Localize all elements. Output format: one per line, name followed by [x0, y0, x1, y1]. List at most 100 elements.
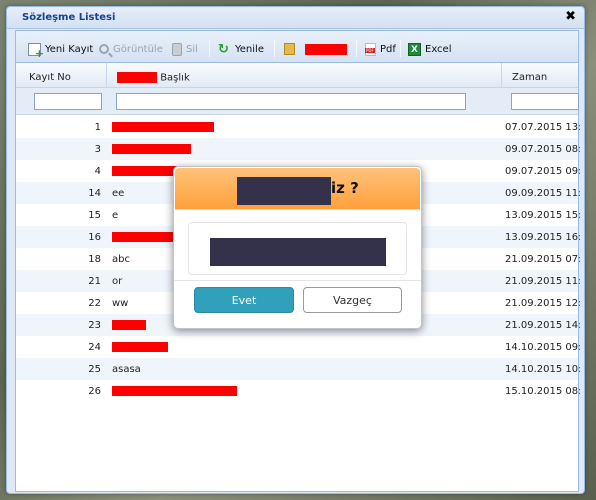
- row-no: 3: [94, 144, 101, 155]
- redacted-dialog-message: [210, 238, 386, 266]
- row-no: 25: [88, 364, 101, 375]
- close-icon[interactable]: ✖: [565, 10, 576, 24]
- redacted-title: [112, 122, 214, 132]
- new-record-label: Yeni Kayıt: [45, 43, 94, 55]
- cancel-button[interactable]: Vazgeç: [303, 287, 402, 313]
- view-button[interactable]: Görüntüle: [99, 41, 163, 57]
- redacted-title: [112, 166, 177, 176]
- row-date: 14.10.2015 09:53: [505, 342, 580, 353]
- redacted-title: [112, 386, 237, 396]
- toolbar-separator: [209, 40, 210, 57]
- toolbar-separator: [400, 40, 401, 57]
- row-date: 21.09.2015 07:53: [505, 254, 580, 265]
- row-title: [112, 320, 146, 331]
- row-date: 07.07.2015 13:47: [505, 122, 580, 133]
- trash-icon: [172, 42, 182, 56]
- dialog-divider: [174, 280, 421, 281]
- delete-button[interactable]: Sil: [172, 41, 198, 57]
- row-title: [112, 122, 214, 133]
- row-title: [112, 144, 191, 155]
- column-header-title[interactable]: Başlık: [107, 63, 502, 88]
- row-date: 14.10.2015 10:35: [505, 364, 580, 375]
- excel-button[interactable]: Excel: [408, 41, 452, 57]
- delete-label: Sil: [186, 43, 198, 55]
- row-date: 15.10.2015 08:49: [505, 386, 580, 397]
- table-row[interactable]: 3 09.07.2015 08:25: [16, 138, 580, 160]
- redacted-label: [305, 43, 347, 55]
- row-title: [112, 342, 168, 353]
- row-no: 14: [88, 188, 101, 199]
- row-no: 4: [94, 166, 101, 177]
- row-title: ww: [112, 298, 129, 309]
- filter-no-input[interactable]: [34, 93, 102, 110]
- table-row[interactable]: 1 07.07.2015 13:47: [16, 116, 580, 138]
- window-title: Sözleşme Listesi: [22, 12, 116, 23]
- row-no: 15: [88, 210, 101, 221]
- column-title-label: Başlık: [160, 72, 190, 84]
- row-title: asasa: [112, 364, 141, 375]
- toolbar-separator: [356, 40, 357, 57]
- row-date: 13.09.2015 15:44: [505, 210, 580, 221]
- pdf-button[interactable]: Pdf: [365, 41, 396, 57]
- table-row[interactable]: 26 15.10.2015 08:49: [16, 380, 580, 402]
- row-title: or: [112, 276, 123, 287]
- window-header: Sözleşme Listesi ✖: [7, 7, 584, 29]
- row-date: 21.09.2015 12:58: [505, 298, 580, 309]
- toolbar: Yeni Kayıt Görüntüle Sil ↻ Yenile: [16, 31, 578, 63]
- excel-label: Excel: [425, 43, 452, 55]
- filter-date-input[interactable]: [511, 93, 579, 110]
- folder-icon: [284, 43, 295, 55]
- row-date: 13.09.2015 16:04: [505, 232, 580, 243]
- redacted-title: [112, 320, 146, 330]
- folder-button[interactable]: [284, 41, 347, 57]
- row-no: 24: [88, 342, 101, 353]
- column-header-no[interactable]: Kayıt No: [16, 63, 107, 88]
- excel-icon: [408, 42, 421, 56]
- refresh-button[interactable]: ↻ Yenile: [218, 41, 264, 57]
- filter-title-input[interactable]: [116, 93, 466, 110]
- new-record-button[interactable]: Yeni Kayıt: [28, 41, 94, 59]
- row-date: 09.07.2015 09:02: [505, 166, 580, 177]
- view-label: Görüntüle: [113, 43, 163, 55]
- row-date: 09.07.2015 08:25: [505, 144, 580, 155]
- redacted-title: [112, 232, 182, 242]
- column-no-label: Kayıt No: [29, 72, 71, 83]
- dialog-header: iz ?: [175, 168, 420, 210]
- refresh-icon: ↻: [218, 41, 229, 57]
- column-header-date[interactable]: Zaman: [502, 63, 580, 88]
- column-date-label: Zaman: [512, 72, 548, 83]
- row-no: 16: [88, 232, 101, 243]
- row-no: 26: [88, 386, 101, 397]
- dialog-title: iz ?: [331, 179, 359, 197]
- confirm-dialog: iz ? Evet Vazgeç: [173, 166, 422, 329]
- row-title: abc: [112, 254, 130, 265]
- row-no: 18: [88, 254, 101, 265]
- dialog-message-box: [188, 222, 407, 275]
- row-no: 22: [88, 298, 101, 309]
- redacted-header-text: [117, 72, 157, 83]
- row-no: 21: [88, 276, 101, 287]
- row-no: 23: [88, 320, 101, 331]
- redacted-title: [112, 144, 191, 154]
- pdf-icon: [365, 42, 376, 56]
- table-row[interactable]: 25 asasa 14.10.2015 10:35: [16, 358, 580, 380]
- row-title: ee: [112, 188, 125, 199]
- row-no: 1: [94, 122, 101, 133]
- new-document-icon: [28, 42, 44, 59]
- filter-row: [16, 88, 579, 115]
- toolbar-separator: [274, 40, 275, 57]
- row-title: [112, 232, 182, 243]
- refresh-label: Yenile: [235, 43, 264, 55]
- table-row[interactable]: 24 14.10.2015 09:53: [16, 336, 580, 358]
- row-date: 21.09.2015 11:47: [505, 276, 580, 287]
- redacted-title: [112, 342, 168, 352]
- grid-header: Kayıt No Başlık Zaman: [16, 63, 578, 88]
- row-date: 09.09.2015 11:05: [505, 188, 580, 199]
- row-date: 21.09.2015 14:21: [505, 320, 580, 331]
- row-title: [112, 166, 177, 177]
- confirm-button[interactable]: Evet: [194, 287, 294, 313]
- redacted-dialog-title: [237, 177, 331, 205]
- pdf-label: Pdf: [380, 43, 396, 55]
- row-title: e: [112, 210, 119, 221]
- row-title: [112, 386, 237, 397]
